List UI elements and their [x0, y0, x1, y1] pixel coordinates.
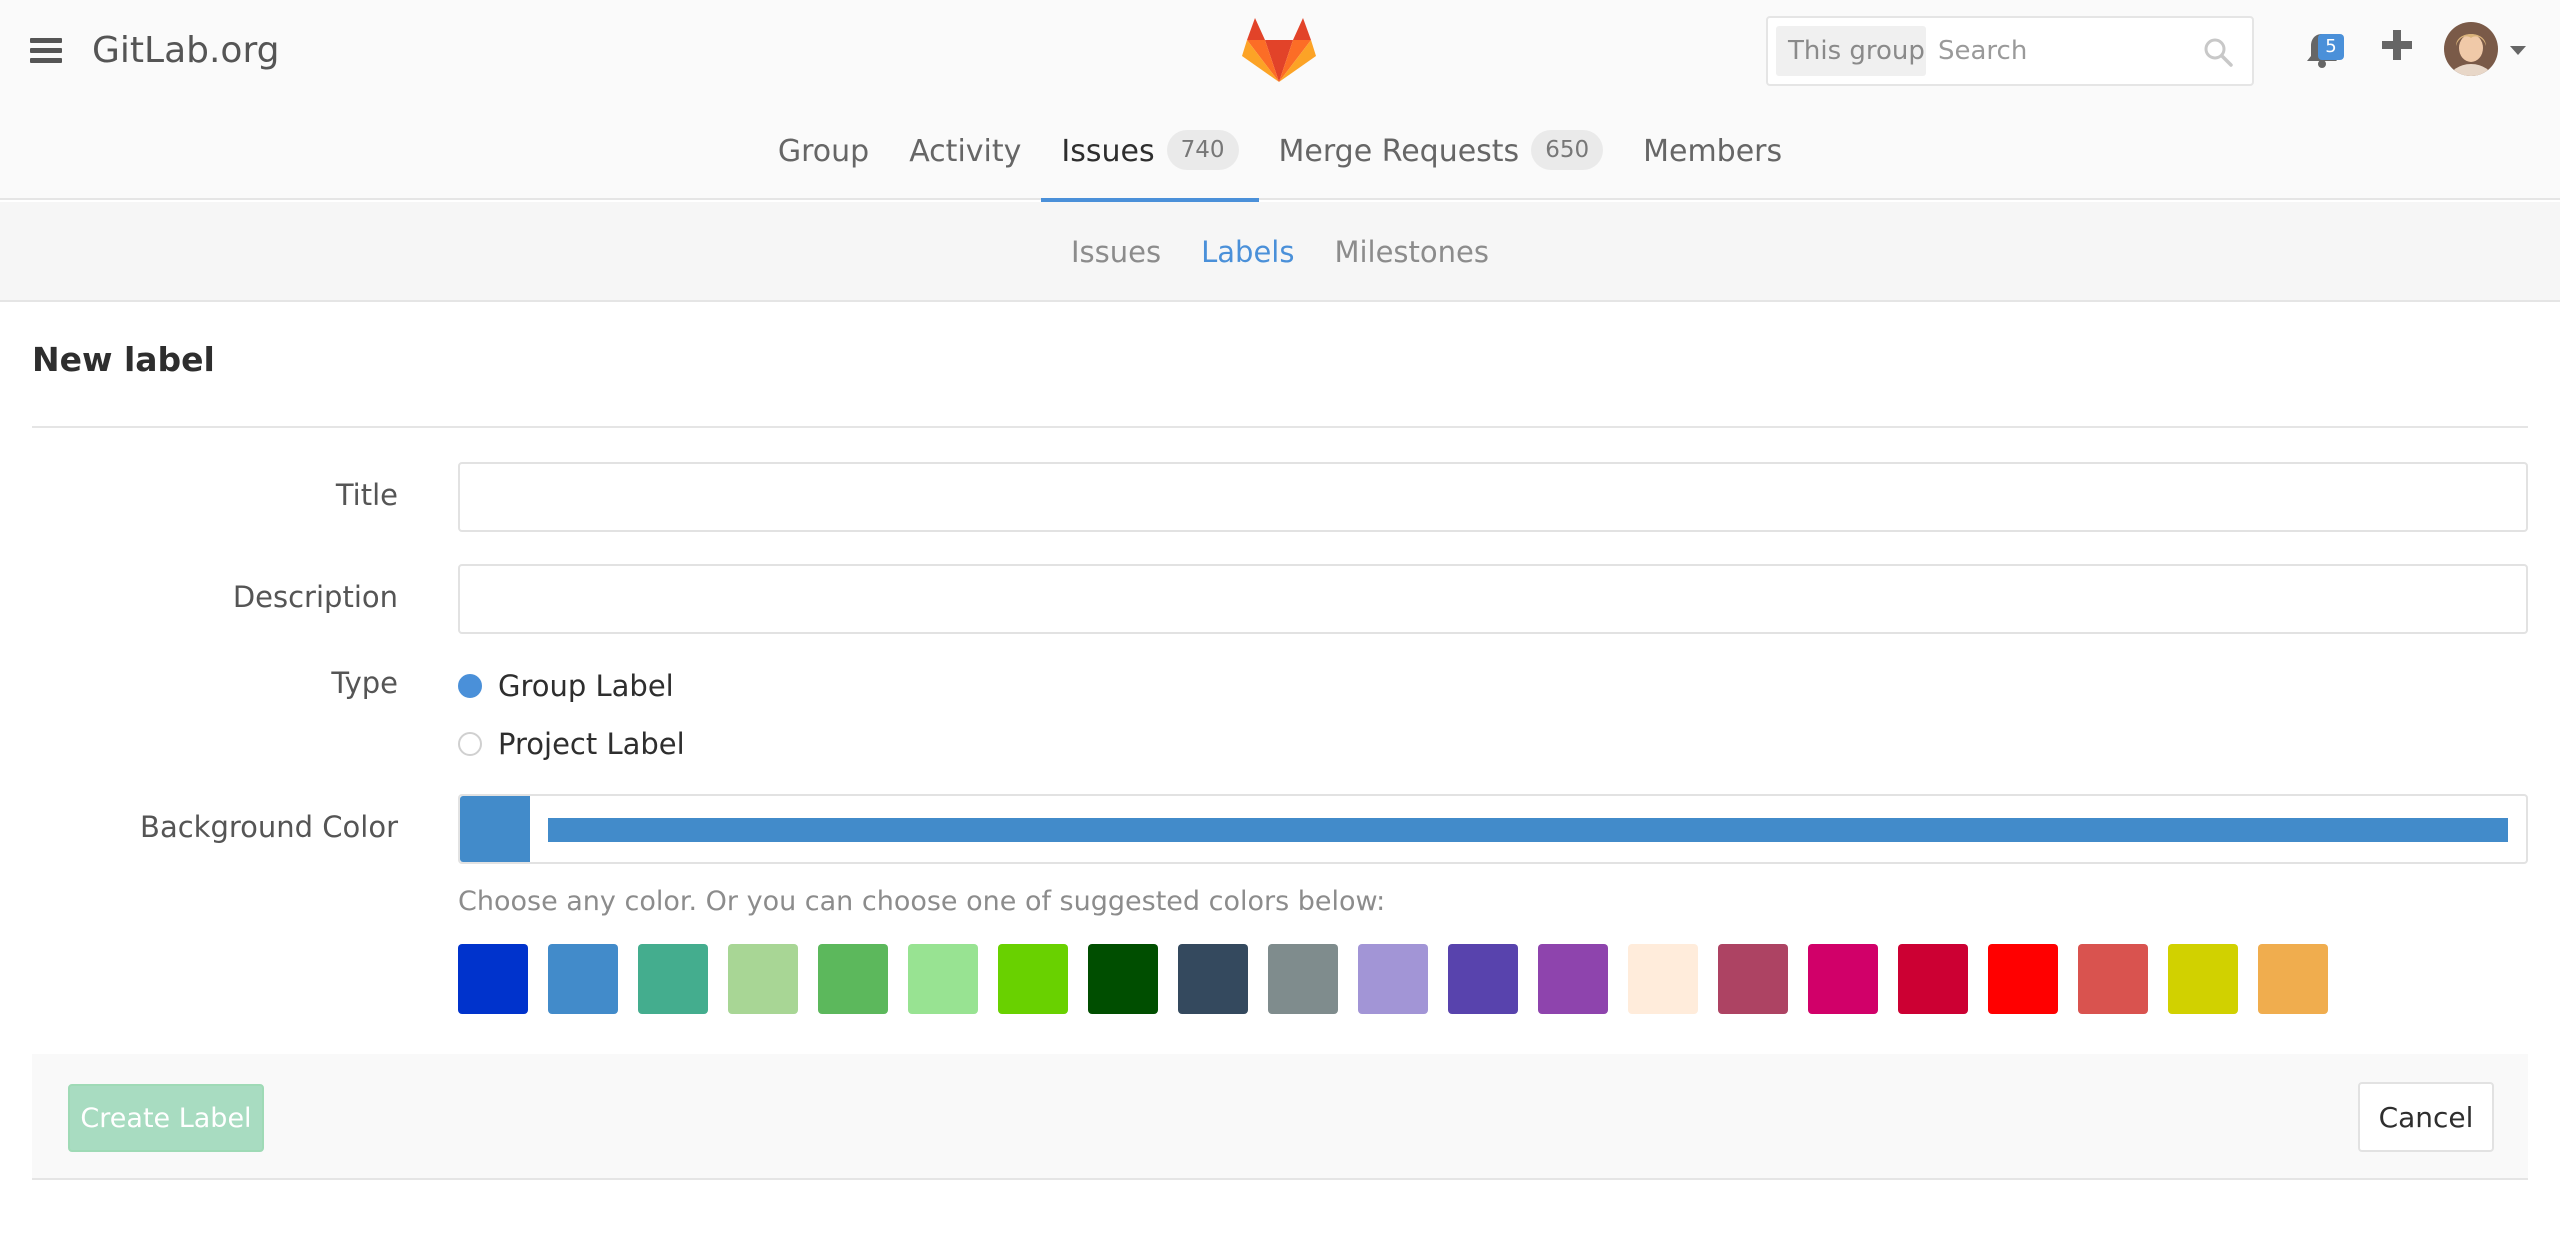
title-field[interactable] [458, 462, 2528, 532]
background-color-label: Background Color [140, 810, 398, 844]
color-preview[interactable] [460, 796, 530, 862]
search-input[interactable] [1938, 26, 2188, 76]
color-swatch[interactable] [728, 944, 798, 1014]
type-label: Type [331, 666, 398, 700]
form-actions: Create Label Cancel [32, 1054, 2528, 1180]
color-swatch[interactable] [1448, 944, 1518, 1014]
background-color-field[interactable] [458, 794, 2528, 864]
suggested-colors [458, 944, 2348, 1014]
radio-button-checked[interactable] [458, 674, 482, 698]
color-swatch[interactable] [1988, 944, 2058, 1014]
title-label: Title [335, 478, 398, 512]
caret-down-icon[interactable] [2510, 46, 2526, 55]
create-label-button[interactable]: Create Label [68, 1084, 264, 1152]
color-swatch[interactable] [1628, 944, 1698, 1014]
color-swatch[interactable] [1358, 944, 1428, 1014]
color-swatch[interactable] [1178, 944, 1248, 1014]
user-avatar[interactable] [2444, 22, 2498, 76]
group-name[interactable]: GitLab.org [92, 26, 279, 76]
color-swatch[interactable] [638, 944, 708, 1014]
main-nav: Group Activity Issues 740 Merge Requests 6… [0, 120, 2560, 202]
radio-button-unchecked[interactable] [458, 732, 482, 756]
radio-project-label[interactable]: Project Label [458, 724, 685, 764]
color-swatch[interactable] [548, 944, 618, 1014]
color-swatch[interactable] [2168, 944, 2238, 1014]
tab-members[interactable]: Members [1623, 120, 1802, 200]
page-title: New label [32, 340, 215, 379]
color-swatch[interactable] [1538, 944, 1608, 1014]
color-swatch[interactable] [998, 944, 1068, 1014]
color-swatch[interactable] [2078, 944, 2148, 1014]
divider [32, 426, 2528, 428]
tab-members-label: Members [1643, 134, 1783, 169]
group-label-option: Group Label [498, 669, 674, 703]
tab-merge-requests[interactable]: Merge Requests 650 [1259, 120, 1624, 200]
color-swatch[interactable] [908, 944, 978, 1014]
subtab-milestones[interactable]: Milestones [1314, 202, 1509, 302]
project-label-option: Project Label [498, 727, 685, 761]
color-swatch[interactable] [1808, 944, 1878, 1014]
search-icon[interactable] [2202, 36, 2234, 68]
radio-group-label[interactable]: Group Label [458, 666, 674, 706]
tab-group[interactable]: Group [758, 120, 889, 200]
subtab-issues[interactable]: Issues [1051, 202, 1181, 302]
plus-icon[interactable] [2380, 28, 2414, 62]
subtab-labels[interactable]: Labels [1181, 202, 1314, 302]
tab-activity[interactable]: Activity [889, 120, 1041, 200]
issues-count-badge: 740 [1166, 130, 1239, 170]
search-box: This group [1766, 16, 2254, 86]
color-swatch[interactable] [818, 944, 888, 1014]
color-swatch[interactable] [1088, 944, 1158, 1014]
description-field[interactable] [458, 564, 2528, 634]
color-swatch[interactable] [1898, 944, 1968, 1014]
color-value-bar[interactable] [548, 818, 2508, 842]
color-swatch[interactable] [1718, 944, 1788, 1014]
color-swatch[interactable] [2258, 944, 2328, 1014]
tab-issues-label: Issues [1061, 134, 1155, 169]
gitlab-logo-icon[interactable] [1242, 16, 1316, 84]
description-label: Description [232, 580, 398, 614]
color-help-text: Choose any color. Or you can choose one … [458, 886, 1386, 917]
color-swatch[interactable] [1268, 944, 1338, 1014]
search-scope[interactable]: This group [1776, 26, 1926, 76]
sub-nav: Issues Labels Milestones [0, 202, 2560, 302]
tab-group-label: Group [777, 134, 870, 169]
cancel-button[interactable]: Cancel [2358, 1082, 2494, 1152]
notification-count-badge[interactable]: 5 [2318, 34, 2344, 60]
tab-activity-label: Activity [909, 134, 1022, 169]
color-swatch[interactable] [458, 944, 528, 1014]
tab-merge-requests-label: Merge Requests [1278, 134, 1520, 169]
merge-requests-count-badge: 650 [1531, 130, 1604, 170]
top-header: GitLab.org This group 5 Group [0, 0, 2560, 202]
hamburger-icon[interactable] [30, 38, 62, 64]
tab-issues[interactable]: Issues 740 [1041, 120, 1259, 202]
